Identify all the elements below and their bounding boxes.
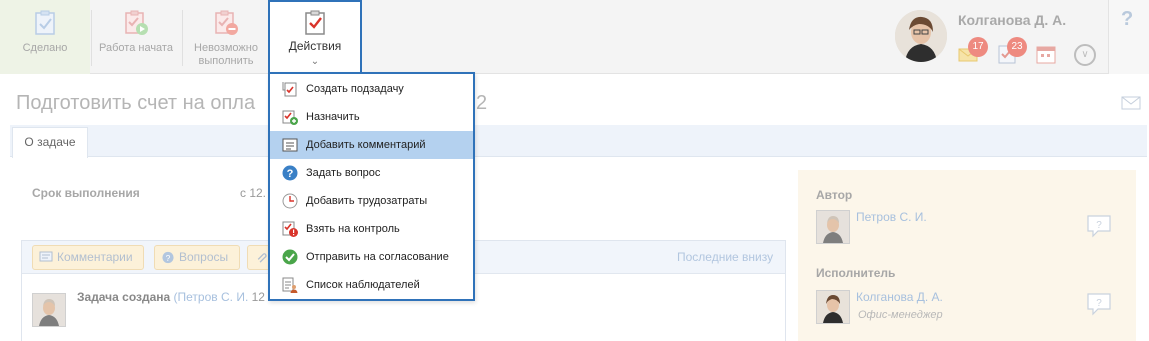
envelope-icon[interactable] <box>1121 96 1141 110</box>
user-name[interactable]: Колганова Д. А. <box>958 12 1066 28</box>
deadline-value: с 12. <box>240 186 267 200</box>
calendar-icon[interactable] <box>1036 44 1056 64</box>
user-avatar[interactable] <box>895 10 947 62</box>
author-label: Автор <box>816 188 853 202</box>
tasks-count-badge: 23 <box>1007 37 1027 57</box>
help-area[interactable]: ? <box>1108 0 1149 74</box>
tab-about-task[interactable]: О задаче <box>12 127 88 158</box>
done-button[interactable]: Сделано <box>0 0 90 74</box>
portrait-icon <box>817 211 849 243</box>
task-created-date: 12 <box>251 290 265 304</box>
svg-text:?: ? <box>166 253 171 263</box>
question-icon: ? <box>282 165 298 181</box>
menu-item-label: Взять на контроль <box>306 223 400 235</box>
tabs-bar: О задаче <box>10 125 1147 158</box>
impossible-button[interactable]: Невозможно выполнить <box>186 0 266 74</box>
user-portrait-icon <box>895 10 947 62</box>
work-started-label: Работа начата <box>99 42 173 54</box>
impossible-label-line1: Невозможно <box>194 42 258 54</box>
task-title-tail: 2 <box>476 92 488 114</box>
ask-author-icon[interactable]: ? <box>1086 214 1112 238</box>
menu-item-observers-list[interactable]: Список наблюдателей <box>270 271 473 299</box>
questions-filter-button[interactable]: ? Вопросы <box>154 245 240 270</box>
comment-icon <box>39 251 53 262</box>
menu-item-label: Список наблюдателей <box>306 279 420 291</box>
comment-icon <box>282 138 298 152</box>
task-created-author-link[interactable]: Петров С. И. <box>178 290 249 304</box>
sort-order-link[interactable]: Последние внизу <box>677 250 773 264</box>
task-created-text: Задача создана <box>77 290 171 304</box>
deadline-label: Срок выполнения <box>32 186 140 200</box>
toolbar: Сделано Работа начата Невозможно выполни… <box>0 0 1149 74</box>
executor-name-link[interactable]: Колганова Д. А. <box>856 290 943 304</box>
svg-text:?: ? <box>1096 298 1102 309</box>
clock-icon <box>282 193 298 209</box>
observers-icon <box>282 277 298 293</box>
done-label: Сделано <box>22 42 68 54</box>
actions-button[interactable]: Действия ⌄ <box>268 0 362 74</box>
author-avatar[interactable] <box>32 293 66 327</box>
comments-filter-button[interactable]: Комментарии <box>32 245 144 270</box>
questions-filter-label: Вопросы <box>179 250 229 264</box>
menu-item-label: Добавить трудозатраты <box>306 195 428 207</box>
menu-item-label: Создать подзадачу <box>306 83 404 95</box>
control-icon <box>282 221 298 237</box>
mail-count-badge: 17 <box>968 37 988 57</box>
separator <box>182 10 183 66</box>
menu-item-label: Задать вопрос <box>306 167 381 179</box>
menu-item-add-time[interactable]: Добавить трудозатраты <box>270 187 473 215</box>
assign-icon <box>282 110 298 125</box>
menu-item-create-subtask[interactable]: Создать подзадачу <box>270 75 473 103</box>
executor-avatar[interactable] <box>816 290 850 324</box>
menu-item-label: Назначить <box>306 111 360 123</box>
menu-item-send-for-approval[interactable]: Отправить на согласование <box>270 243 473 271</box>
help-icon[interactable]: ? <box>1121 8 1133 31</box>
task-created-entry: Задача создана (Петров С. И. 12 <box>77 290 265 304</box>
svg-text:?: ? <box>287 168 294 180</box>
cancel-clipboard-icon <box>215 10 238 35</box>
svg-text:?: ? <box>1096 220 1102 231</box>
check-clipboard-icon <box>35 10 55 35</box>
chevron-down-icon: ⌄ <box>310 56 320 67</box>
impossible-label-line2: выполнить <box>198 55 254 67</box>
executor-label: Исполнитель <box>816 266 896 280</box>
task-title: Подготовить счет на опла <box>16 92 256 114</box>
author-name-link[interactable]: Петров С. И. <box>856 210 927 224</box>
question-icon: ? <box>162 251 174 264</box>
play-clipboard-icon <box>125 10 148 35</box>
portrait-icon <box>33 294 65 326</box>
menu-item-label: Отправить на согласование <box>306 251 449 263</box>
subtask-icon <box>282 82 297 97</box>
menu-item-take-control[interactable]: Взять на контроль <box>270 215 473 243</box>
executor-role: Офис-менеджер <box>858 309 943 321</box>
menu-item-label: Добавить комментарий <box>306 139 426 151</box>
author-avatar[interactable] <box>816 210 850 244</box>
menu-item-ask-question[interactable]: ? Задать вопрос <box>270 159 473 187</box>
actions-clipboard-icon <box>305 10 325 35</box>
paperclip-icon <box>257 253 267 263</box>
approve-icon <box>282 249 298 265</box>
actions-dropdown-menu: Создать подзадачу Назначить Добавить ком… <box>268 72 475 301</box>
menu-item-assign[interactable]: Назначить <box>270 103 473 131</box>
participants-panel: Автор Петров С. И. ? Исполнитель Колгано… <box>798 170 1136 341</box>
ask-executor-icon[interactable]: ? <box>1086 292 1112 316</box>
menu-item-add-comment[interactable]: Добавить комментарий <box>270 131 473 159</box>
portrait-icon <box>817 291 849 323</box>
actions-label: Действия <box>288 39 342 53</box>
comments-filter-label: Комментарии <box>57 250 133 264</box>
user-menu-chevron-icon[interactable]: ∨ <box>1074 44 1096 66</box>
work-started-button[interactable]: Работа начата <box>92 0 180 74</box>
